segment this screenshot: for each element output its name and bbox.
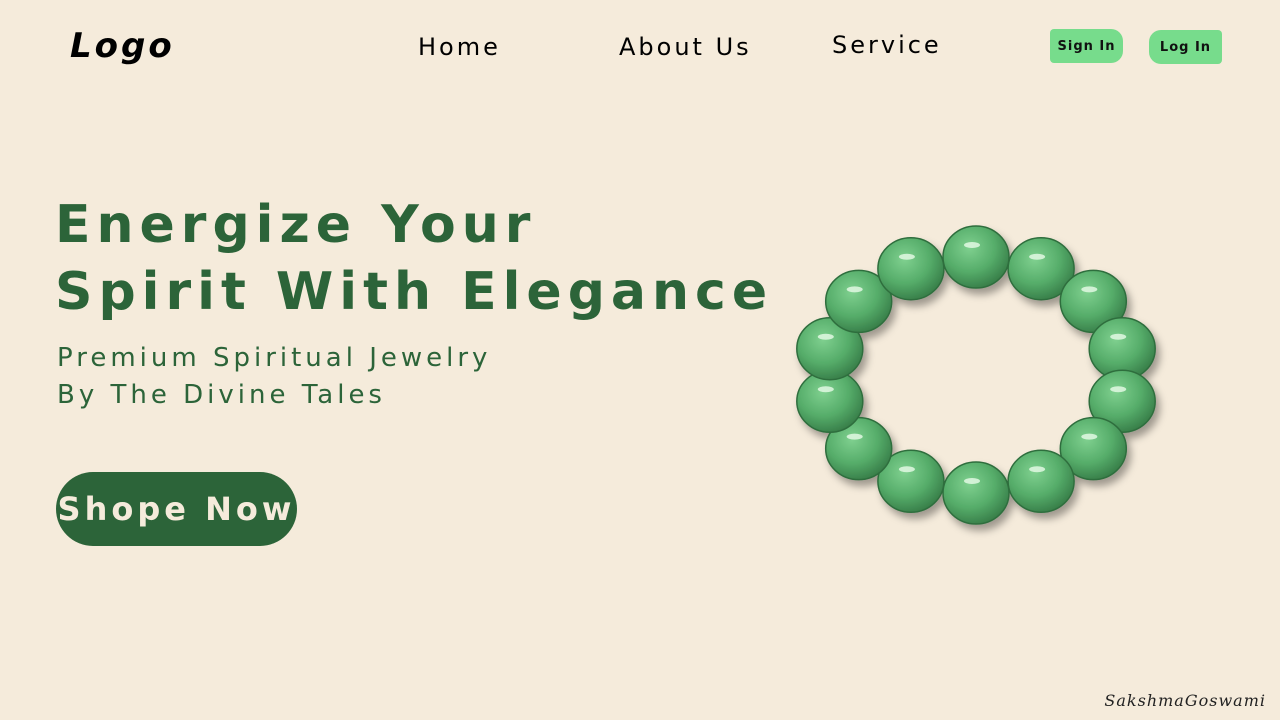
bead-highlight [964,478,980,484]
log-in-button[interactable]: Log In [1149,30,1222,64]
landing-page: Logo Home About Us Service Sign In Log I… [0,0,1280,720]
hero-headline-line2: Spirit With Elegance [55,262,774,322]
bead-highlight [1081,433,1098,440]
jade-bracelet-image [796,225,1156,525]
author-signature: SakshmaGoswami [1104,691,1266,710]
bead-highlight [846,433,863,440]
shop-now-button[interactable]: Shope Now [56,472,297,546]
bead-highlight [1110,333,1127,340]
sign-in-button[interactable]: Sign In [1050,29,1123,63]
logo[interactable]: Logo [70,26,175,66]
bead-highlight [1081,286,1098,293]
nav-about-link[interactable]: About Us [619,33,752,61]
hero-subtitle: Premium Spiritual Jewelry By The Divine … [57,340,491,414]
bead-highlight [898,253,915,260]
bead-highlight [817,386,834,393]
nav-service-link[interactable]: Service [832,31,942,59]
bead-highlight [1029,466,1046,473]
bracelet-bead [877,236,945,301]
bead-highlight [1029,253,1046,260]
bracelet-bead [942,225,1010,289]
bead-highlight [817,333,834,340]
nav-home-link[interactable]: Home [418,33,501,61]
bead-highlight [1110,386,1127,393]
bead-highlight [846,286,863,293]
bracelet-bead [1007,449,1075,514]
hero-subtitle-line1: Premium Spiritual Jewelry [57,343,492,373]
bead-highlight [898,466,915,473]
hero-headline-line1: Energize Your [55,195,537,255]
bracelet-bead [942,461,1010,525]
hero-subtitle-line2: By The Divine Tales [57,380,386,410]
hero-headline: Energize Your Spirit With Elegance [55,192,773,326]
bead-highlight [964,242,980,248]
